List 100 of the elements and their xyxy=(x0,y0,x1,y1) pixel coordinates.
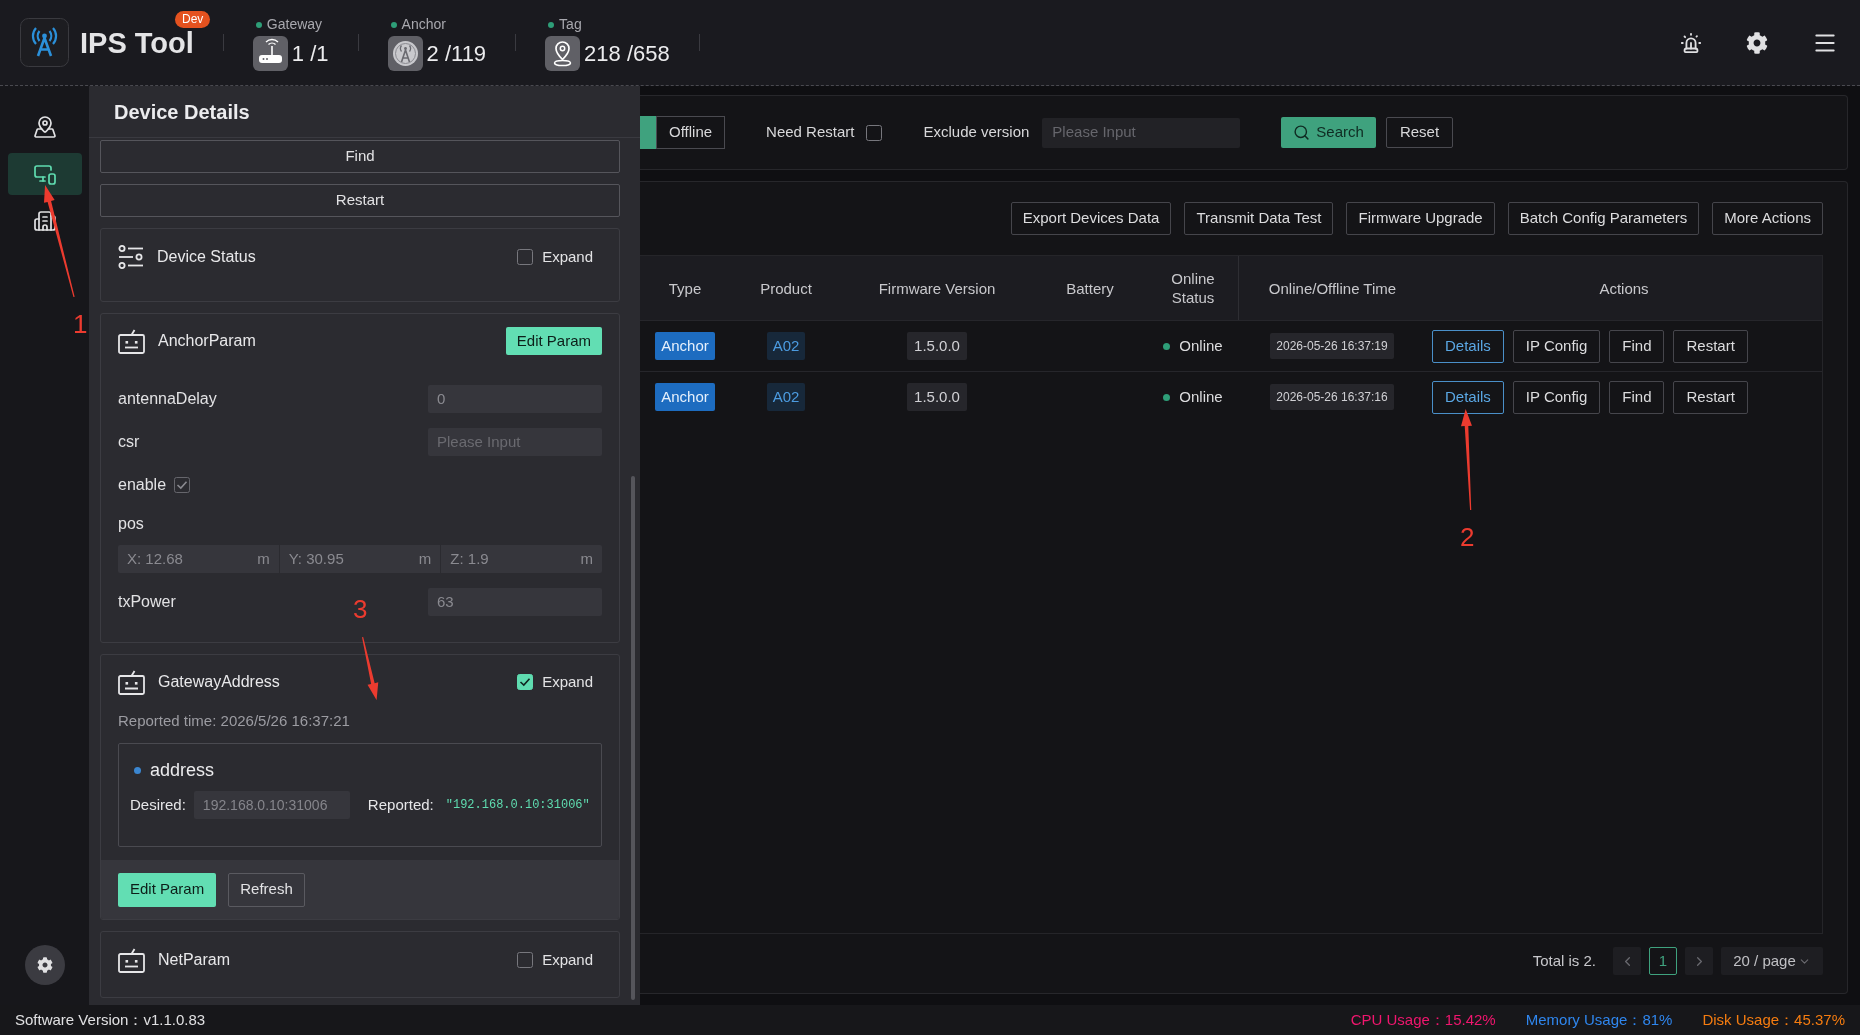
arrow-icon xyxy=(362,636,379,700)
page-size-select[interactable]: 20 / page xyxy=(1721,947,1823,975)
total-count: Total is 2. xyxy=(1532,950,1596,971)
input-field[interactable]: Y: 30.95 m xyxy=(278,545,441,573)
stat-label: Anchor xyxy=(401,15,446,34)
edit-param-button[interactable]: Edit Param xyxy=(118,872,217,907)
details-button[interactable]: Details xyxy=(1432,329,1504,363)
checkbox[interactable] xyxy=(517,952,534,968)
map-pin-icon xyxy=(32,115,57,139)
action-button[interactable]: Find xyxy=(100,140,620,173)
version-tag: 1.5.0.0 xyxy=(907,332,967,360)
page-button[interactable]: 1 xyxy=(1649,947,1677,975)
toolbar-button[interactable]: Batch Config Parameters xyxy=(1507,202,1700,235)
reported-label: Reported: xyxy=(367,794,434,815)
status-text: Online xyxy=(1179,335,1223,356)
expand-label: Expand xyxy=(542,671,593,692)
column-header: Online/Offline Time xyxy=(1268,278,1397,298)
software-version: Software Version：v1.1.0.83 xyxy=(15,1009,206,1030)
type-tag: Anchor xyxy=(655,332,715,360)
status-text: Online xyxy=(1179,386,1223,407)
reported-time: Reported time: 2026/5/26 16:37:21 xyxy=(118,713,350,729)
timestamp: 2026-05-26 16:37:16 xyxy=(1270,384,1394,410)
stat-count: 218 /658 xyxy=(584,39,670,68)
filter-label: Need Restart xyxy=(766,122,855,143)
stat-count: 2 /119 xyxy=(426,39,487,68)
toolbar-button[interactable]: More Actions xyxy=(1712,202,1823,235)
details-button[interactable]: Details xyxy=(1432,380,1504,414)
input-field[interactable]: 0 xyxy=(428,385,602,413)
devices-icon xyxy=(32,162,57,186)
usage-stat: Memory Usage：81% xyxy=(1525,1009,1673,1030)
row-action-button[interactable]: IP Config xyxy=(1512,329,1601,363)
nav-button[interactable] xyxy=(7,153,82,195)
arrow-icon xyxy=(1461,409,1473,510)
row-action-button[interactable]: Restart xyxy=(1673,380,1748,414)
checkbox[interactable] xyxy=(517,674,534,690)
robot-icon xyxy=(118,669,145,695)
annotation-number: 3 xyxy=(353,595,368,623)
column-header: Product xyxy=(760,278,812,298)
stat-label: Tag xyxy=(559,15,582,34)
search-icon xyxy=(1293,124,1311,141)
settings-icon xyxy=(36,957,53,973)
app-logo xyxy=(20,18,69,67)
filter-label: Exclude version xyxy=(923,122,1030,143)
action-button[interactable]: Restart xyxy=(100,184,620,217)
column-header: Type xyxy=(668,278,702,298)
param-name: address xyxy=(150,758,215,782)
antenna-icon xyxy=(387,35,423,71)
annotation-number: 1 xyxy=(73,310,88,338)
stat-count: 1 /1 xyxy=(291,39,329,68)
toolbar-button[interactable]: Transmit Data Test xyxy=(1184,202,1334,235)
column-header: Battery xyxy=(1066,278,1114,298)
segment-button[interactable]: Offline xyxy=(656,116,726,149)
section-title: Device Status xyxy=(157,247,256,267)
map-pin-icon xyxy=(545,35,581,71)
edit-param-button[interactable]: Edit Param xyxy=(505,327,602,355)
reset-button[interactable]: Reset xyxy=(1385,117,1454,148)
search-button[interactable]: Search xyxy=(1281,117,1376,148)
app-title: IPS Tool xyxy=(80,27,194,58)
reported-value: "192.168.0.10:31006" xyxy=(445,797,590,814)
desired-label: Desired: xyxy=(130,794,186,815)
row-action-button[interactable]: Find xyxy=(1609,329,1665,363)
input-field[interactable]: X: 12.68 m xyxy=(118,545,279,573)
product-tag: A02 xyxy=(766,383,806,411)
expand-label: Expand xyxy=(542,246,593,267)
field-label: pos xyxy=(118,514,144,534)
column-header: Online Status xyxy=(1170,269,1216,307)
input-field[interactable]: 63 xyxy=(428,588,602,616)
row-action-button[interactable]: IP Config xyxy=(1512,380,1601,414)
arrow-icon xyxy=(43,185,75,298)
row-action-button[interactable]: Restart xyxy=(1673,329,1748,363)
settings-button[interactable] xyxy=(24,945,65,985)
refresh-button[interactable]: Refresh xyxy=(228,872,305,907)
product-tag: A02 xyxy=(766,332,806,360)
toolbar-button[interactable]: Firmware Upgrade xyxy=(1346,202,1495,235)
column-header: Actions xyxy=(1599,278,1649,298)
robot-icon xyxy=(118,328,145,354)
siren-icon[interactable] xyxy=(1680,31,1702,54)
expand-label: Expand xyxy=(542,949,593,970)
stat-label: Gateway xyxy=(266,15,323,34)
toolbar-button[interactable]: Export Devices Data xyxy=(1010,202,1172,235)
field-label: antennaDelay xyxy=(118,389,217,409)
checkbox[interactable] xyxy=(517,249,534,265)
router-icon xyxy=(252,35,288,71)
env-badge: Dev xyxy=(175,10,211,28)
field-label: txPower xyxy=(118,592,176,612)
field-label: enable xyxy=(118,475,167,495)
checkbox[interactable] xyxy=(174,477,191,493)
sliders-icon xyxy=(118,245,144,269)
section-title: NetParam xyxy=(158,950,231,970)
drawer-title: Device Details xyxy=(114,99,250,125)
input-field[interactable]: Z: 1.9 m xyxy=(440,545,602,573)
column-header: Firmware Version xyxy=(878,278,996,298)
annotation-number: 2 xyxy=(1460,523,1475,551)
building-icon xyxy=(32,209,57,233)
checkbox[interactable] xyxy=(866,124,883,141)
timestamp: 2026-05-26 16:37:19 xyxy=(1270,333,1394,359)
scrollbar-thumb[interactable] xyxy=(631,476,635,1000)
usage-stat: Disk Usage：45.37% xyxy=(1702,1009,1845,1030)
row-action-button[interactable]: Find xyxy=(1609,380,1665,414)
settings-icon[interactable] xyxy=(1746,31,1768,54)
